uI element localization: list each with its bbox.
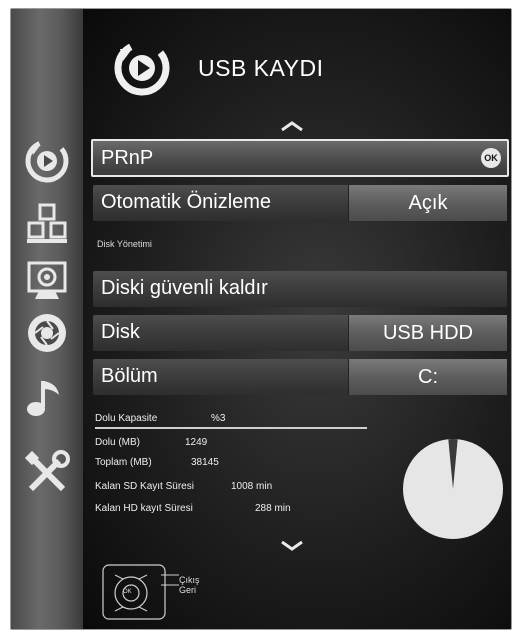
usb-record-header-icon bbox=[111, 37, 173, 99]
scroll-down-icon[interactable] bbox=[279, 539, 305, 553]
partition-label: Bölüm bbox=[101, 365, 158, 387]
menu-item-disk[interactable]: Disk USB HDD bbox=[93, 315, 507, 351]
sd-time-value: 1008 min bbox=[231, 481, 273, 492]
used-label: Dolu (MB) bbox=[95, 437, 141, 448]
legend-back: Geri bbox=[179, 585, 197, 595]
legend-exit: Çıkış bbox=[179, 575, 200, 585]
record-icon[interactable] bbox=[23, 137, 71, 185]
page-title: USB KAYDI bbox=[198, 55, 324, 81]
auto-preview-label: Otomatik Önizleme bbox=[101, 191, 272, 213]
ok-icon: OK bbox=[481, 148, 501, 168]
hd-time-value: 288 min bbox=[255, 503, 291, 514]
legend-ok: OK bbox=[123, 589, 132, 595]
safe-remove-label: Diski güvenli kaldır bbox=[101, 277, 268, 299]
capacity-divider bbox=[95, 427, 367, 429]
disk-management-heading: Disk Yönetimi bbox=[97, 239, 152, 249]
disk-value[interactable]: USB HDD bbox=[348, 315, 507, 351]
capacity-value: %3 bbox=[211, 413, 226, 424]
prnp-label: PRnP bbox=[101, 147, 154, 169]
aperture-icon[interactable] bbox=[23, 309, 71, 357]
hd-time-label: Kalan HD kayıt Süresi bbox=[95, 503, 193, 514]
total-value: 38145 bbox=[191, 457, 219, 468]
tools-icon[interactable] bbox=[23, 449, 71, 497]
sd-time-label: Kalan SD Kayıt Süresi bbox=[95, 481, 194, 492]
sidebar bbox=[11, 9, 84, 629]
scroll-up-icon[interactable] bbox=[279, 119, 305, 133]
capacity-pie-chart bbox=[401, 437, 505, 541]
menu-item-safe-remove[interactable]: Diski güvenli kaldır bbox=[93, 271, 507, 307]
menu-item-prnp[interactable]: PRnP OK bbox=[91, 139, 509, 177]
partition-value[interactable]: C: bbox=[348, 359, 507, 395]
main-panel: USB KAYDI PRnP OK Otomatik Önizleme Açık… bbox=[83, 9, 511, 629]
music-note-icon[interactable] bbox=[23, 373, 71, 421]
disk-label: Disk bbox=[101, 321, 140, 343]
menu-item-partition[interactable]: Bölüm C: bbox=[93, 359, 507, 395]
menu-item-auto-preview[interactable]: Otomatik Önizleme Açık bbox=[93, 185, 507, 221]
capacity-label: Dolu Kapasite bbox=[95, 413, 158, 424]
remote-legend-icon bbox=[101, 561, 181, 621]
usb-recording-window: USB KAYDI PRnP OK Otomatik Önizleme Açık… bbox=[10, 8, 512, 630]
total-label: Toplam (MB) bbox=[95, 457, 152, 468]
used-value: 1249 bbox=[185, 437, 208, 448]
auto-preview-value[interactable]: Açık bbox=[348, 185, 507, 221]
image-settings-icon[interactable] bbox=[23, 255, 71, 303]
blocks-icon[interactable] bbox=[23, 199, 71, 247]
